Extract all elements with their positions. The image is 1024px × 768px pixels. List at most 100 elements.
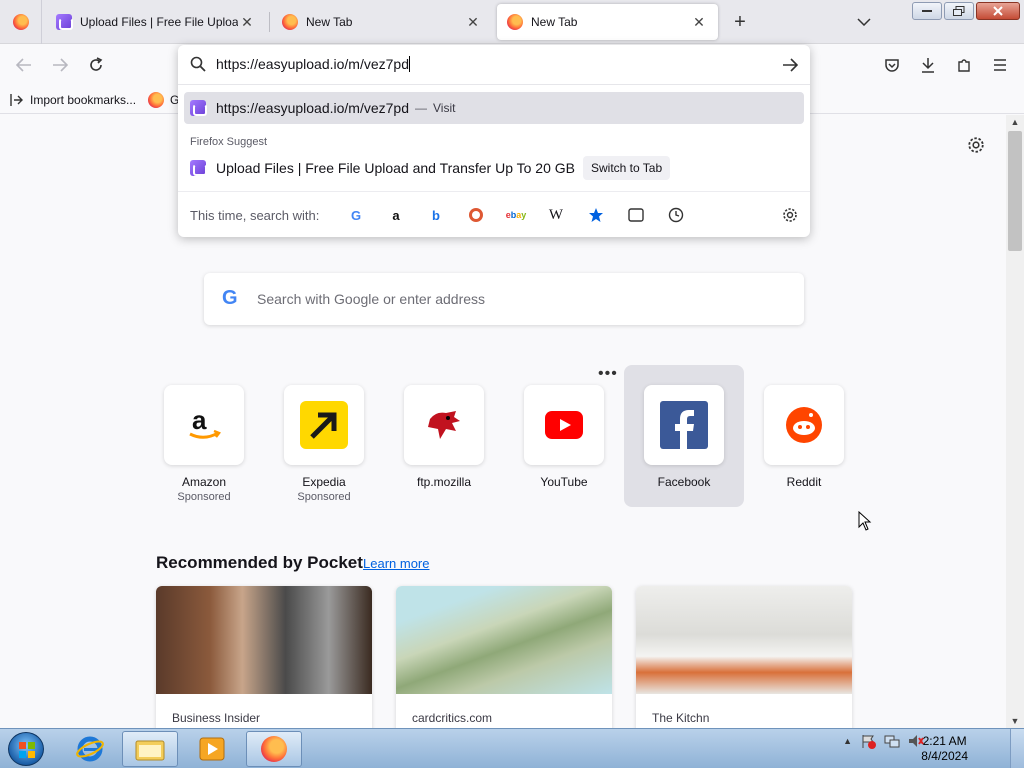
firefox-favicon-icon	[148, 91, 165, 108]
tab-new-tab-1[interactable]: New Tab ✕	[272, 4, 492, 40]
taskbar-internet-explorer[interactable]	[62, 731, 118, 767]
tab-separator	[269, 12, 270, 32]
address-input[interactable]: https://easyupload.io/m/vez7pd	[216, 56, 411, 72]
sponsored-label: Sponsored	[177, 491, 231, 503]
action-center-flag-icon[interactable]	[860, 733, 876, 749]
sponsored-label: Sponsored	[297, 491, 351, 503]
taskbar-media-player[interactable]	[184, 731, 240, 767]
extensions-icon[interactable]	[952, 53, 976, 77]
easyupload-favicon-icon	[56, 14, 73, 30]
wikipedia-icon[interactable]: W	[547, 206, 565, 224]
shortcut-options-icon[interactable]: •••	[598, 365, 618, 383]
google-icon[interactable]: G	[347, 206, 365, 224]
suggestion-visit-url[interactable]: https://easyupload.io/m/vez7pd — Visit	[184, 92, 804, 124]
system-tray: ▲	[843, 733, 924, 749]
duckduckgo-icon[interactable]	[467, 206, 485, 224]
downloads-icon[interactable]	[916, 53, 940, 77]
expedia-logo-icon	[284, 385, 364, 465]
scroll-up-arrow-icon[interactable]: ▲	[1006, 115, 1024, 129]
tab-title: New Tab	[531, 15, 578, 29]
clock-date: 8/4/2024	[921, 749, 968, 763]
suggestion-url: https://easyupload.io/m/vez7pd	[216, 100, 410, 116]
windows-taskbar: ▲ 2:21 AM 8/4/2024	[0, 728, 1024, 768]
start-button[interactable]	[8, 732, 44, 766]
shortcut-expedia[interactable]: Expedia Sponsored	[284, 385, 364, 503]
pocket-icon[interactable]	[880, 53, 904, 77]
taskbar-firefox[interactable]	[246, 731, 302, 767]
pocket-heading: Recommended by Pocket	[156, 553, 363, 572]
suggestion-title: Upload Files | Free File Upload and Tran…	[216, 160, 575, 176]
shortcut-amazon[interactable]: a Amazon Sponsored	[164, 385, 244, 503]
card-source: Business Insider	[172, 711, 261, 725]
shortcut-reddit[interactable]: Reddit	[764, 385, 844, 489]
pocket-card[interactable]: Business Insider	[156, 586, 372, 728]
easyupload-favicon-icon	[190, 160, 207, 176]
scroll-thumb[interactable]	[1008, 131, 1022, 251]
close-window-button[interactable]	[976, 2, 1020, 20]
card-source: cardcritics.com	[412, 711, 493, 725]
close-tab-icon[interactable]: ✕	[464, 13, 482, 31]
shortcut-name: Facebook	[657, 475, 711, 489]
list-all-tabs-chevron-icon[interactable]	[852, 10, 876, 34]
show-hidden-icons-icon[interactable]: ▲	[843, 736, 852, 746]
personalize-gear-icon[interactable]	[966, 135, 986, 155]
shortcut-name: YouTube	[540, 475, 588, 489]
go-arrow-icon[interactable]	[778, 53, 802, 77]
firefox-icon	[12, 14, 29, 30]
history-clock-icon[interactable]	[667, 206, 685, 224]
pocket-card[interactable]: The Kitchn	[636, 586, 852, 728]
ebay-icon[interactable]: ebay	[506, 206, 527, 224]
search-with-label: This time, search with:	[190, 208, 320, 223]
mozilla-dino-icon	[404, 385, 484, 465]
minimize-button[interactable]	[912, 2, 942, 20]
close-tab-icon[interactable]: ✕	[238, 13, 256, 31]
back-arrow-icon[interactable]	[12, 53, 36, 77]
taskbar-file-explorer[interactable]	[122, 731, 178, 767]
pocket-card[interactable]: cardcritics.com	[396, 586, 612, 728]
folder-icon	[135, 740, 165, 761]
card-image	[396, 586, 612, 694]
scroll-down-arrow-icon[interactable]: ▼	[1006, 714, 1024, 728]
firefox-view-button[interactable]	[0, 0, 42, 44]
switch-to-tab-button[interactable]: Switch to Tab	[583, 156, 671, 180]
youtube-logo-icon	[524, 385, 604, 465]
bookmark-item-getting-started[interactable]: G	[148, 91, 179, 108]
address-bar[interactable]: https://easyupload.io/m/vez7pd	[178, 45, 810, 85]
show-desktop-button[interactable]	[1010, 729, 1024, 768]
card-image	[156, 586, 372, 694]
easyupload-favicon-icon	[190, 100, 207, 116]
new-tab-plus-icon[interactable]: +	[728, 10, 752, 34]
search-settings-gear-icon[interactable]	[781, 206, 799, 224]
vertical-scrollbar[interactable]: ▲ ▼	[1006, 115, 1024, 728]
reload-icon[interactable]	[84, 53, 108, 77]
import-icon	[10, 93, 23, 106]
bookmarks-star-icon[interactable]	[587, 206, 605, 224]
forward-arrow-icon[interactable]	[48, 53, 72, 77]
shortcut-ftp-mozilla[interactable]: ftp.mozilla	[404, 385, 484, 489]
shortcut-youtube[interactable]: YouTube	[524, 385, 604, 489]
tab-upload-files[interactable]: Upload Files | Free File Upload and Tran…	[46, 4, 266, 40]
menu-hamburger-icon[interactable]	[988, 53, 1012, 77]
network-icon[interactable]	[884, 733, 900, 749]
firefox-favicon-icon	[507, 14, 523, 30]
tab-new-tab-active[interactable]: New Tab ✕	[497, 4, 718, 40]
restore-button[interactable]	[944, 2, 974, 20]
bing-icon[interactable]: b	[427, 206, 445, 224]
suggestion-open-tab[interactable]: Upload Files | Free File Upload and Tran…	[184, 152, 804, 184]
tabs-icon[interactable]	[627, 206, 645, 224]
amazon-icon[interactable]: a	[387, 206, 405, 224]
tab-title: New Tab	[306, 15, 353, 29]
shortcut-facebook[interactable]: Facebook	[644, 385, 724, 489]
close-tab-icon[interactable]: ✕	[690, 13, 708, 31]
shortcut-name: Expedia	[302, 475, 346, 489]
import-bookmarks-item[interactable]: Import bookmarks...	[10, 93, 136, 107]
taskbar-clock[interactable]: 2:21 AM 8/4/2024	[921, 734, 968, 764]
reddit-logo-icon	[764, 385, 844, 465]
newtab-search-box[interactable]: G Search with Google or enter address	[204, 273, 804, 325]
card-image	[636, 586, 852, 694]
suggestion-action: Visit	[433, 101, 456, 115]
one-off-search-engines: This time, search with: G a b ebay W	[178, 191, 810, 237]
google-logo-icon: G	[222, 287, 238, 309]
search-icon	[190, 56, 206, 75]
pocket-learn-more-link[interactable]: Learn more	[363, 556, 429, 571]
